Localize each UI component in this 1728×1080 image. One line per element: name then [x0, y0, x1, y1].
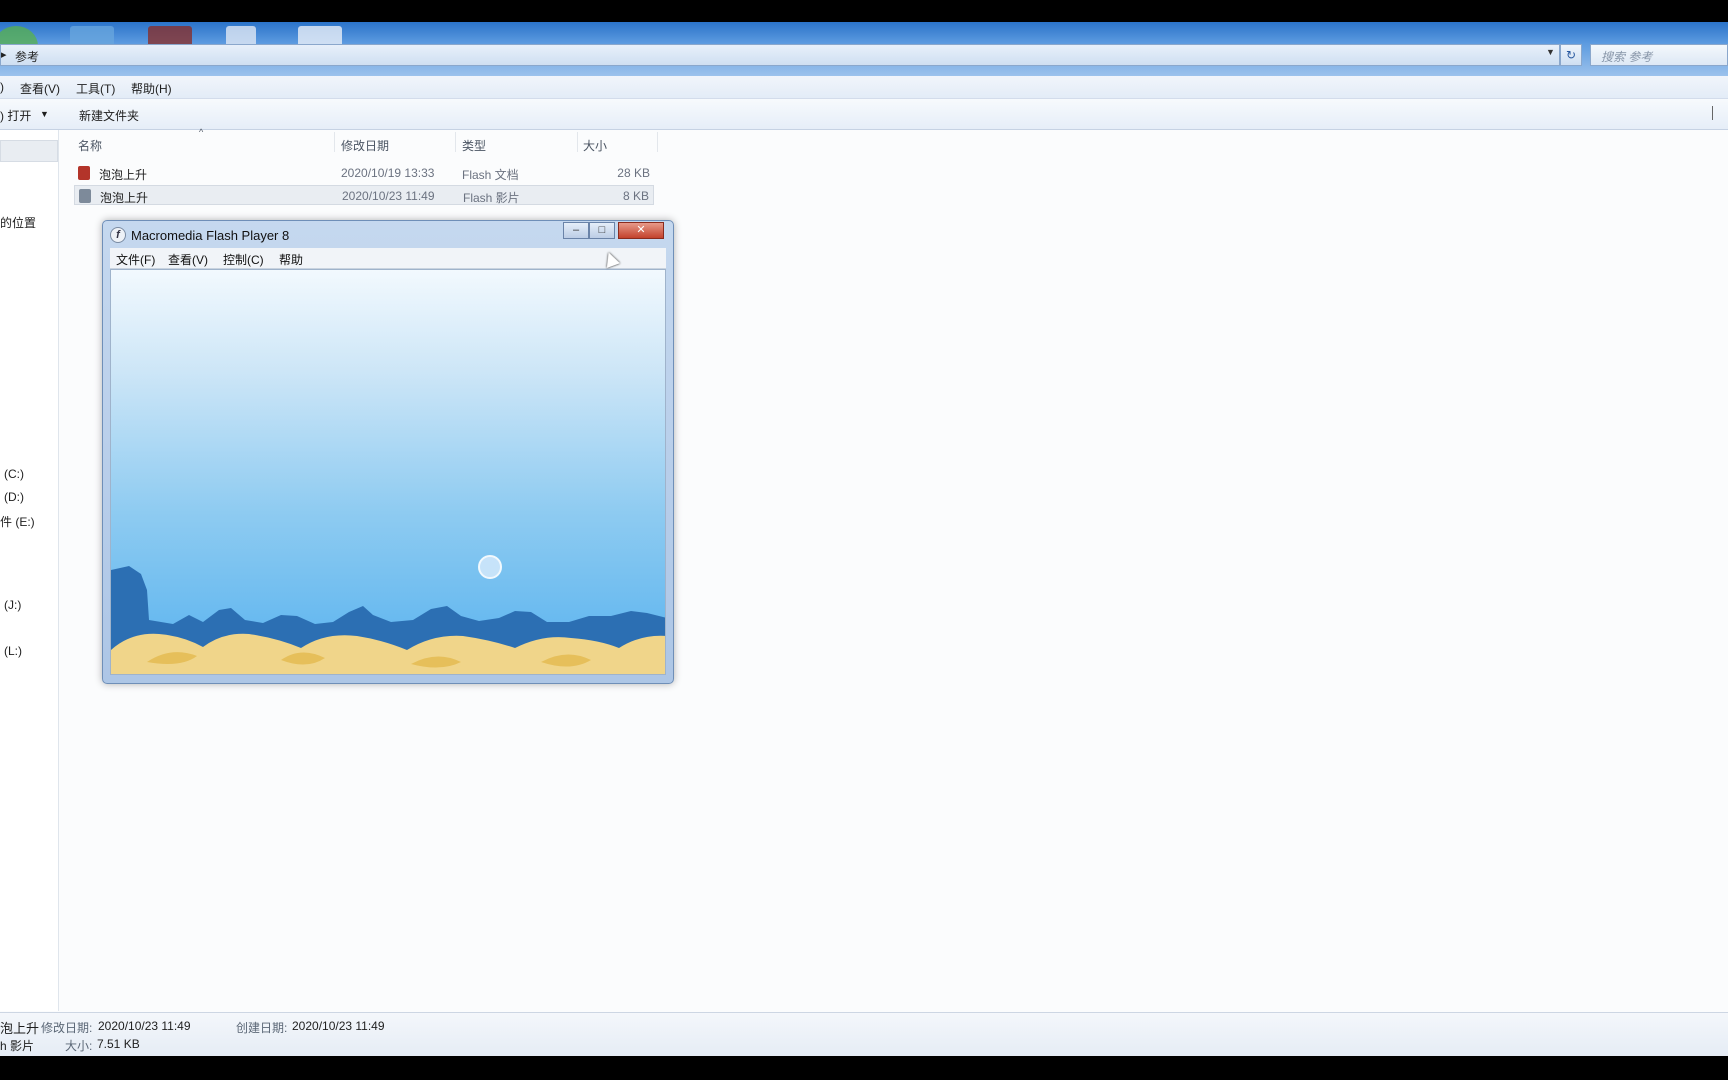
fp-menu-help[interactable]: 帮助	[279, 251, 303, 268]
fp-menu-file[interactable]: 文件(F)	[116, 251, 155, 268]
navigation-pane: 的位置 (C:) (D:) 件 (E:) (J:) (L:)	[0, 130, 59, 1011]
nav-item-drive-c[interactable]: (C:)	[4, 467, 24, 481]
column-divider[interactable]	[577, 132, 578, 152]
selected-file-type: h 影片	[0, 1039, 35, 1053]
new-folder-button[interactable]: 新建文件夹	[79, 107, 139, 124]
rising-bubble	[478, 555, 502, 579]
selected-file-name: 泡上升	[0, 1021, 40, 1036]
menu-item-tools[interactable]: 工具(T)	[76, 80, 115, 97]
file-size: 28 KB	[617, 166, 650, 180]
file-name: 泡泡上升	[100, 191, 149, 205]
column-header-modified[interactable]: 修改日期	[341, 137, 389, 161]
column-divider[interactable]	[334, 132, 335, 152]
size-value: 7.51 KB	[97, 1037, 140, 1051]
file-row[interactable]: 泡泡上升 2020/10/23 11:49 Flash 影片 8 KB	[74, 185, 654, 205]
fp-menu-view[interactable]: 查看(V)	[168, 251, 208, 268]
column-header-type[interactable]: 类型	[462, 137, 486, 161]
breadcrumb-current-folder[interactable]: 参考	[15, 48, 39, 65]
created-value: 2020/10/23 11:49	[292, 1019, 385, 1033]
address-bar[interactable]: ▸ 参考 ▼	[0, 44, 1560, 66]
command-toolbar: ) 打开 ▼ 新建文件夹	[0, 99, 1728, 130]
flash-player-title: Macromedia Flash Player 8	[131, 228, 290, 243]
flash-player-menu-bar: 文件(F) 查看(V) 控制(C) 帮助	[110, 248, 666, 269]
menu-bar: ) 查看(V) 工具(T) 帮助(H)	[0, 76, 1728, 99]
file-modified: 2020/10/23 11:49	[342, 189, 435, 203]
column-header-name[interactable]: 名称	[78, 137, 102, 161]
desktop-screen: ▸ 参考 ▼ ↻ 搜索 参考 ) 查看(V) 工具(T) 帮助(H) ) 打开 …	[0, 22, 1728, 1056]
underwater-scene	[111, 555, 665, 674]
column-header-size[interactable]: 大小	[583, 137, 607, 161]
search-input[interactable]: 搜索 参考	[1590, 44, 1728, 66]
column-divider[interactable]	[657, 132, 658, 152]
file-row[interactable]: 泡泡上升 2020/10/19 13:33 Flash 文档 28 KB	[74, 163, 654, 183]
nav-selected-item[interactable]	[0, 140, 58, 162]
refresh-icon[interactable]: ↻	[1560, 44, 1582, 66]
open-dropdown-icon[interactable]: ▼	[40, 109, 49, 119]
file-size: 8 KB	[622, 189, 649, 203]
flash-player-window[interactable]: f Macromedia Flash Player 8 – □ ✕ 文件(F) …	[102, 220, 674, 684]
close-button[interactable]: ✕	[618, 222, 664, 239]
file-type: Flash 文档	[462, 168, 519, 182]
nav-item-drive-l[interactable]: (L:)	[4, 644, 22, 658]
fp-menu-control[interactable]: 控制(C)	[223, 251, 264, 268]
column-divider[interactable]	[455, 132, 456, 152]
nav-item-drive-d[interactable]: (D:)	[4, 490, 24, 504]
nav-item-recent-places[interactable]: 的位置	[0, 214, 36, 231]
minimize-button[interactable]: –	[563, 222, 589, 239]
size-label: 大小:	[65, 1039, 93, 1053]
window-titlebar: ▸ 参考 ▼ ↻ 搜索 参考	[0, 22, 1728, 76]
address-dropdown-icon[interactable]: ▼	[1546, 47, 1555, 57]
flash-player-logo-icon: f	[110, 227, 126, 243]
menu-item-file[interactable]: )	[0, 80, 4, 94]
flash-movie-icon	[79, 189, 91, 203]
file-name: 泡泡上升	[99, 168, 148, 182]
sort-arrow-icon: ^	[199, 127, 204, 137]
maximize-button[interactable]: □	[589, 222, 615, 239]
created-label: 创建日期:	[236, 1021, 288, 1035]
open-button[interactable]: ) 打开	[0, 107, 31, 124]
nav-item-drive-j[interactable]: (J:)	[4, 598, 21, 612]
flash-document-icon	[78, 166, 90, 180]
menu-item-view[interactable]: 查看(V)	[20, 80, 60, 97]
menu-item-help[interactable]: 帮助(H)	[131, 80, 172, 97]
flash-movie-stage[interactable]	[110, 269, 666, 675]
modified-value: 2020/10/23 11:49	[98, 1019, 191, 1033]
modified-label: 修改日期:	[41, 1021, 93, 1035]
nav-item-drive-e[interactable]: 件 (E:)	[0, 513, 35, 530]
details-pane: 泡上升 h 影片 修改日期: 2020/10/23 11:49 创建日期: 20…	[0, 1012, 1728, 1056]
search-placeholder: 搜索 参考	[1601, 50, 1653, 64]
file-type: Flash 影片	[463, 191, 520, 205]
file-modified: 2020/10/19 13:33	[341, 166, 435, 180]
view-options-icon[interactable]	[1712, 106, 1727, 120]
breadcrumb-arrow-icon[interactable]: ▸	[1, 48, 7, 61]
